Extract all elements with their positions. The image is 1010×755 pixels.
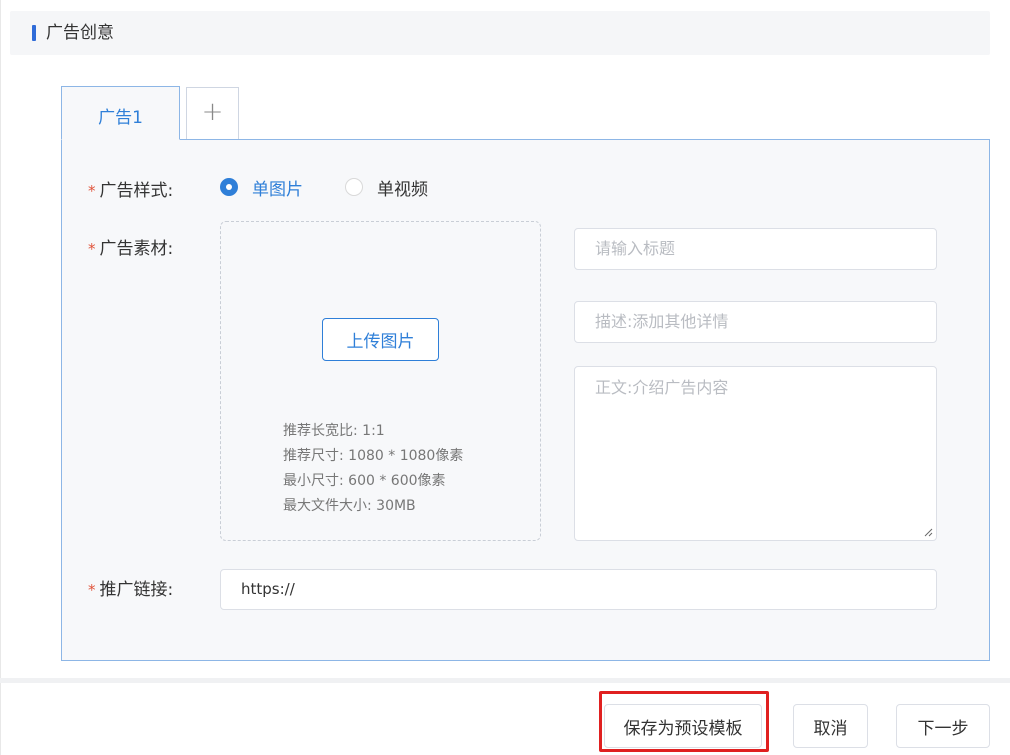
upload-tip-size: 推荐尺寸: 1080 * 1080像素 — [283, 448, 464, 464]
ad-material-label: * 广告素材: — [88, 239, 174, 259]
cancel-button[interactable]: 取消 — [793, 704, 868, 748]
radio-checked-icon — [220, 178, 238, 196]
radio-single-image[interactable]: 单图片 — [220, 177, 303, 200]
footer-divider — [0, 678, 1010, 683]
section-title: 广告创意 — [46, 23, 114, 43]
next-step-button[interactable]: 下一步 — [896, 704, 990, 748]
upload-tip-max-file: 最大文件大小: 30MB — [283, 498, 416, 514]
image-upload-area[interactable]: 上传图片 推荐长宽比: 1:1 推荐尺寸: 1080 * 1080像素 最小尺寸… — [220, 221, 541, 541]
ad-body-textarea[interactable]: 正文:介绍广告内容 — [574, 366, 937, 541]
upload-tip-ratio: 推荐长宽比: 1:1 — [283, 423, 385, 439]
radio-unchecked-icon — [345, 178, 363, 196]
resize-handle-icon[interactable] — [923, 527, 933, 537]
upload-tip-min-size: 最小尺寸: 600 * 600像素 — [283, 473, 446, 489]
upload-image-button[interactable]: 上传图片 — [322, 318, 439, 361]
promo-link-input[interactable]: https:// — [220, 569, 937, 610]
required-mark: * — [88, 581, 96, 599]
required-mark: * — [88, 240, 96, 258]
section-header: 广告创意 — [10, 11, 990, 55]
ad-title-input[interactable]: 请输入标题 — [574, 228, 937, 270]
required-mark: * — [88, 182, 96, 200]
promo-link-label: * 推广链接: — [88, 580, 174, 600]
upload-tips: 推荐长宽比: 1:1 推荐尺寸: 1080 * 1080像素 最小尺寸: 600… — [283, 419, 463, 519]
save-as-template-button[interactable]: 保存为预设模板 — [604, 704, 762, 748]
tab-ad-1[interactable]: 广告1 — [61, 86, 180, 140]
tab-ad-1-label: 广告1 — [98, 108, 143, 128]
radio-single-video-label: 单视频 — [377, 179, 428, 200]
ad-style-label: * 广告样式: — [88, 181, 174, 201]
ad-description-input[interactable]: 描述:添加其他详情 — [574, 301, 937, 343]
ad-body-placeholder: 正文:介绍广告内容 — [595, 378, 729, 397]
plus-icon: + — [201, 97, 224, 127]
radio-single-image-label: 单图片 — [252, 179, 303, 200]
add-tab-button[interactable]: + — [186, 87, 239, 140]
section-accent-bar — [32, 25, 36, 41]
left-edge-divider — [0, 0, 1, 755]
radio-single-video[interactable]: 单视频 — [345, 177, 428, 200]
